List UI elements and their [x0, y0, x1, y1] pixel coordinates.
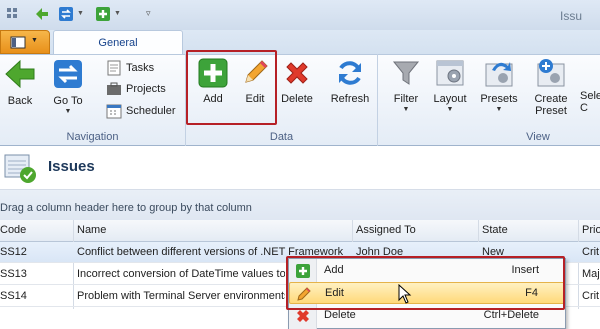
menu-item-label: Delete: [324, 309, 356, 321]
filter-label: Filter: [393, 93, 419, 105]
back-arrow-icon[interactable]: [34, 6, 50, 22]
column-header-assigned[interactable]: Assigned To: [356, 224, 416, 236]
filter-funnel-icon: [392, 61, 420, 85]
create-preset-label-1: Create: [534, 93, 568, 105]
column-header-code[interactable]: Code: [0, 224, 26, 236]
scheduler-label: Scheduler: [126, 105, 176, 117]
back-arrow-icon: [5, 59, 35, 89]
page-title: Issues: [48, 158, 95, 175]
tasks-button[interactable]: Tasks: [106, 58, 154, 78]
chevron-down-icon: ▼: [446, 106, 454, 113]
create-preset-label-2: Preset: [535, 105, 567, 117]
app-grid-icon: [7, 8, 17, 18]
cell-name: Problem with Terminal Server environment…: [77, 290, 285, 302]
group-label: Navigation: [66, 131, 119, 143]
create-preset-icon: [537, 59, 565, 87]
chevron-down-icon[interactable]: ▼: [114, 10, 121, 17]
goto-label: Go To: [53, 95, 83, 107]
delete-x-icon: [286, 62, 308, 84]
layout-label: Layout: [433, 93, 467, 105]
column-header-state[interactable]: State: [482, 224, 508, 236]
cell-name: Incorrect conversion of DateTime values …: [77, 268, 285, 280]
cell-code: SS14: [0, 290, 27, 302]
scheduler-button[interactable]: Scheduler: [106, 101, 176, 121]
group-label: Data: [269, 131, 294, 143]
back-label: Back: [7, 95, 33, 107]
projects-label: Projects: [126, 83, 166, 95]
cell-priority: Crit: [582, 290, 600, 302]
chevron-down-icon: ▼: [64, 108, 72, 115]
chevron-down-icon: ▼: [31, 37, 38, 44]
select-columns-button[interactable]: Sele C: [580, 90, 600, 114]
goto-icon: [54, 60, 82, 88]
group-label: View: [526, 131, 550, 143]
context-menu-highlight: [286, 256, 565, 310]
customize-toolbar-icon[interactable]: ▿: [146, 8, 151, 19]
cell-priority: Crit: [582, 246, 600, 258]
select-label-1: Sele: [580, 90, 600, 102]
presets-button[interactable]: Presets ▼: [478, 58, 520, 113]
quick-access-toolbar: ▼ ▼ ▿ Issu: [0, 0, 600, 30]
projects-button[interactable]: Projects: [106, 79, 166, 99]
tab-general[interactable]: General: [53, 30, 183, 55]
create-preset-button[interactable]: Create Preset: [530, 58, 572, 117]
delete-x-icon: [297, 310, 309, 322]
column-header-priority[interactable]: Prio: [582, 224, 600, 236]
group-by-panel[interactable]: Drag a column header here to group by th…: [0, 190, 600, 220]
window-title: Issu: [560, 9, 583, 23]
projects-icon: [107, 82, 121, 95]
cell-code: SS12: [0, 246, 27, 258]
mouse-cursor-icon: [398, 284, 412, 304]
chevron-down-icon: ▼: [495, 106, 503, 113]
select-label-2: C: [580, 102, 588, 114]
refresh-icon: [339, 61, 361, 85]
menu-item-shortcut: Ctrl+Delete: [483, 309, 539, 321]
app-menu-icon: [10, 36, 26, 49]
back-button[interactable]: Back: [2, 58, 38, 107]
presets-label: Presets: [480, 93, 518, 105]
calendar-icon: [106, 104, 122, 119]
add-icon[interactable]: [95, 6, 111, 22]
goto-icon[interactable]: [58, 6, 74, 22]
refresh-button[interactable]: Refresh: [328, 58, 372, 105]
column-header-name[interactable]: Name: [77, 224, 106, 236]
group-hint: Drag a column header here to group by th…: [0, 202, 252, 214]
cell-code: SS13: [0, 268, 27, 280]
issues-icon: [4, 154, 36, 183]
filter-button[interactable]: Filter ▼: [388, 58, 424, 113]
tasks-icon: [107, 60, 121, 76]
delete-label: Delete: [281, 93, 313, 105]
chevron-down-icon: ▼: [402, 106, 410, 113]
layout-button[interactable]: Layout ▼: [430, 58, 470, 113]
refresh-label: Refresh: [330, 93, 370, 105]
presets-icon: [485, 62, 513, 87]
layout-gear-icon: [436, 60, 464, 86]
goto-button[interactable]: Go To ▼: [48, 58, 88, 115]
cell-priority: Maj: [582, 268, 600, 280]
application-menu-button[interactable]: ▼: [0, 30, 50, 54]
chevron-down-icon[interactable]: ▼: [77, 10, 84, 17]
delete-button[interactable]: Delete: [280, 58, 314, 105]
data-buttons-highlight: [186, 50, 277, 125]
tasks-label: Tasks: [126, 62, 155, 74]
